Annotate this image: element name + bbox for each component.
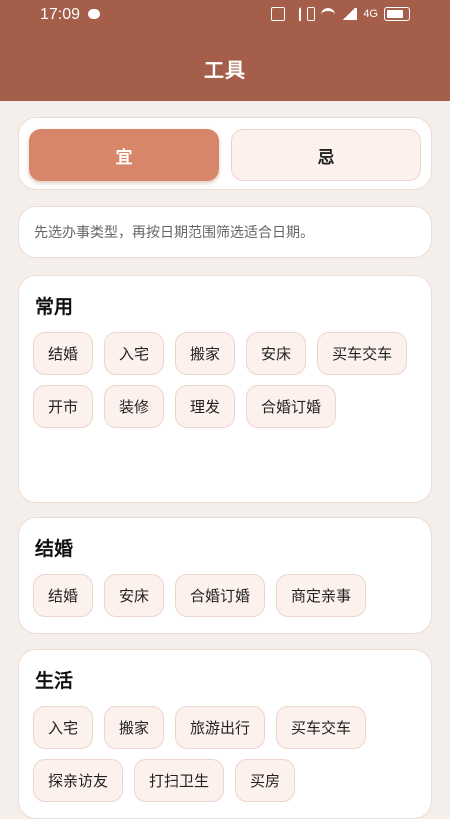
chip-maifang[interactable]: 买房 xyxy=(235,759,296,802)
chip-shangdingqinshi[interactable]: 商定亲事 xyxy=(276,574,367,617)
nfc-icon xyxy=(271,7,286,21)
group-title: 生活 xyxy=(35,670,74,692)
chip-ruzhai[interactable]: 入宅 xyxy=(33,706,94,749)
chip-banjia[interactable]: 搬家 xyxy=(104,706,165,749)
group-marriage: 结婚 结婚 安床 合婚订婚 商定亲事 xyxy=(18,517,432,634)
chip-banjia[interactable]: 搬家 xyxy=(175,332,236,375)
chip-anchuang[interactable]: 安床 xyxy=(104,574,165,617)
group-title: 常用 xyxy=(35,296,74,318)
chip-hehundinghun[interactable]: 合婚订婚 xyxy=(175,574,266,617)
battery-icon xyxy=(384,7,410,21)
chip-maichejiaoche[interactable]: 买车交车 xyxy=(276,706,367,749)
group-common: 常用 结婚 入宅 搬家 安床 买车交车 开市 装修 理发 合婚订婚 xyxy=(18,275,432,503)
page-title: 工具 xyxy=(204,58,246,82)
status-bar: 17:09 4G xyxy=(0,0,450,30)
chip-list: 结婚 入宅 搬家 安床 买车交车 开市 装修 理发 合婚订婚 xyxy=(33,332,417,428)
yi-ji-segment: 宜 忌 xyxy=(18,117,432,190)
chip-list: 入宅 搬家 旅游出行 买车交车 探亲访友 打扫卫生 买房 xyxy=(33,706,417,802)
chip-zhuangxiu[interactable]: 装修 xyxy=(104,385,165,428)
message-notification-icon xyxy=(88,9,100,19)
chip-dasaoweisheng[interactable]: 打扫卫生 xyxy=(134,759,225,802)
system-icons: 4G xyxy=(271,7,410,21)
chip-anchuang[interactable]: 安床 xyxy=(246,332,307,375)
chip-maichejiaoche[interactable]: 买车交车 xyxy=(317,332,408,375)
chip-ruzhai[interactable]: 入宅 xyxy=(104,332,165,375)
app-header: 17:09 4G 工具 xyxy=(0,0,450,101)
group-life: 生活 入宅 搬家 旅游出行 买车交车 探亲访友 打扫卫生 买房 xyxy=(18,649,432,819)
chip-kaishi[interactable]: 开市 xyxy=(33,385,94,428)
bluetooth-icon xyxy=(291,7,302,21)
network-type: 4G xyxy=(363,8,378,20)
status-time: 17:09 xyxy=(40,6,81,23)
yi-tab[interactable]: 宜 xyxy=(29,129,219,181)
wifi-icon xyxy=(321,7,336,21)
chip-list: 结婚 安床 合婚订婚 商定亲事 xyxy=(33,574,417,617)
hint-box: 先选办事类型，再按日期范围筛选适合日期。 xyxy=(18,206,432,258)
chip-jiehun[interactable]: 结婚 xyxy=(33,332,94,375)
hint-text: 先选办事类型，再按日期范围筛选适合日期。 xyxy=(34,225,314,241)
ji-tab[interactable]: 忌 xyxy=(231,129,421,181)
group-title: 结婚 xyxy=(35,538,74,560)
chip-jiehun[interactable]: 结婚 xyxy=(33,574,94,617)
chip-lifa[interactable]: 理发 xyxy=(175,385,236,428)
vibrate-icon xyxy=(307,7,316,21)
chip-hehundinghun[interactable]: 合婚订婚 xyxy=(246,385,337,428)
chip-tanqinfangyou[interactable]: 探亲访友 xyxy=(33,759,124,802)
chip-lvyouchuxing[interactable]: 旅游出行 xyxy=(175,706,266,749)
signal-icon xyxy=(341,8,358,20)
